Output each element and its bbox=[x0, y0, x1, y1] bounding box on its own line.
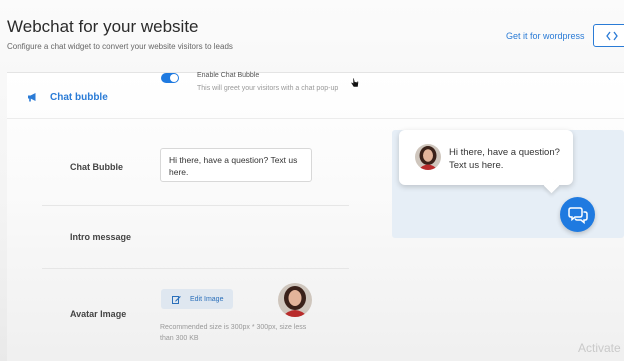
card-divider bbox=[7, 118, 624, 119]
row-divider bbox=[42, 205, 349, 206]
enable-chat-bubble-description: This will greet your visitors with a cha… bbox=[197, 85, 339, 92]
tab-label: Chat bubble bbox=[50, 91, 108, 103]
code-icon bbox=[606, 31, 618, 40]
chat-bubbles-icon bbox=[567, 206, 588, 224]
chat-bubble-preview: Hi there, have a question? Text us here. bbox=[399, 130, 573, 185]
chat-bubble-toggle[interactable] bbox=[161, 73, 179, 83]
chat-bubble-label: Chat Bubble bbox=[70, 162, 123, 172]
code-button[interactable] bbox=[593, 24, 624, 47]
intro-message-input[interactable]: Hi there, have a question? Text us here. bbox=[160, 148, 312, 182]
avatar-image-label: Avatar Image bbox=[70, 309, 127, 319]
mouse-cursor bbox=[350, 75, 359, 93]
page-subtitle: Configure a chat widget to convert your … bbox=[7, 42, 233, 51]
row-divider bbox=[42, 268, 349, 269]
megaphone-icon bbox=[28, 93, 36, 102]
page-title: Webchat for your website bbox=[7, 17, 199, 36]
edit-icon bbox=[172, 295, 181, 304]
preview-avatar bbox=[415, 144, 441, 170]
wordpress-link[interactable]: Get it for wordpress bbox=[506, 31, 585, 41]
tab-chat-bubble[interactable]: Chat bubble bbox=[27, 90, 108, 104]
enable-chat-bubble-title: Enable Chat Bubble bbox=[197, 72, 260, 79]
page-header: Webchat for your website Configure a cha… bbox=[0, 0, 624, 68]
intro-message-label: Intro message bbox=[70, 232, 132, 242]
activate-watermark: Activate bbox=[578, 341, 621, 355]
avatar-image bbox=[278, 283, 312, 317]
preview-bubble-text: Hi there, have a question? Text us here. bbox=[449, 147, 560, 171]
edit-image-label: Edit Image bbox=[190, 295, 224, 303]
avatar-recommendation: Recommended size is 300px * 300px, size … bbox=[160, 324, 307, 342]
edit-image-button[interactable]: Edit Image bbox=[161, 289, 233, 309]
chat-launcher-button[interactable] bbox=[560, 197, 595, 232]
